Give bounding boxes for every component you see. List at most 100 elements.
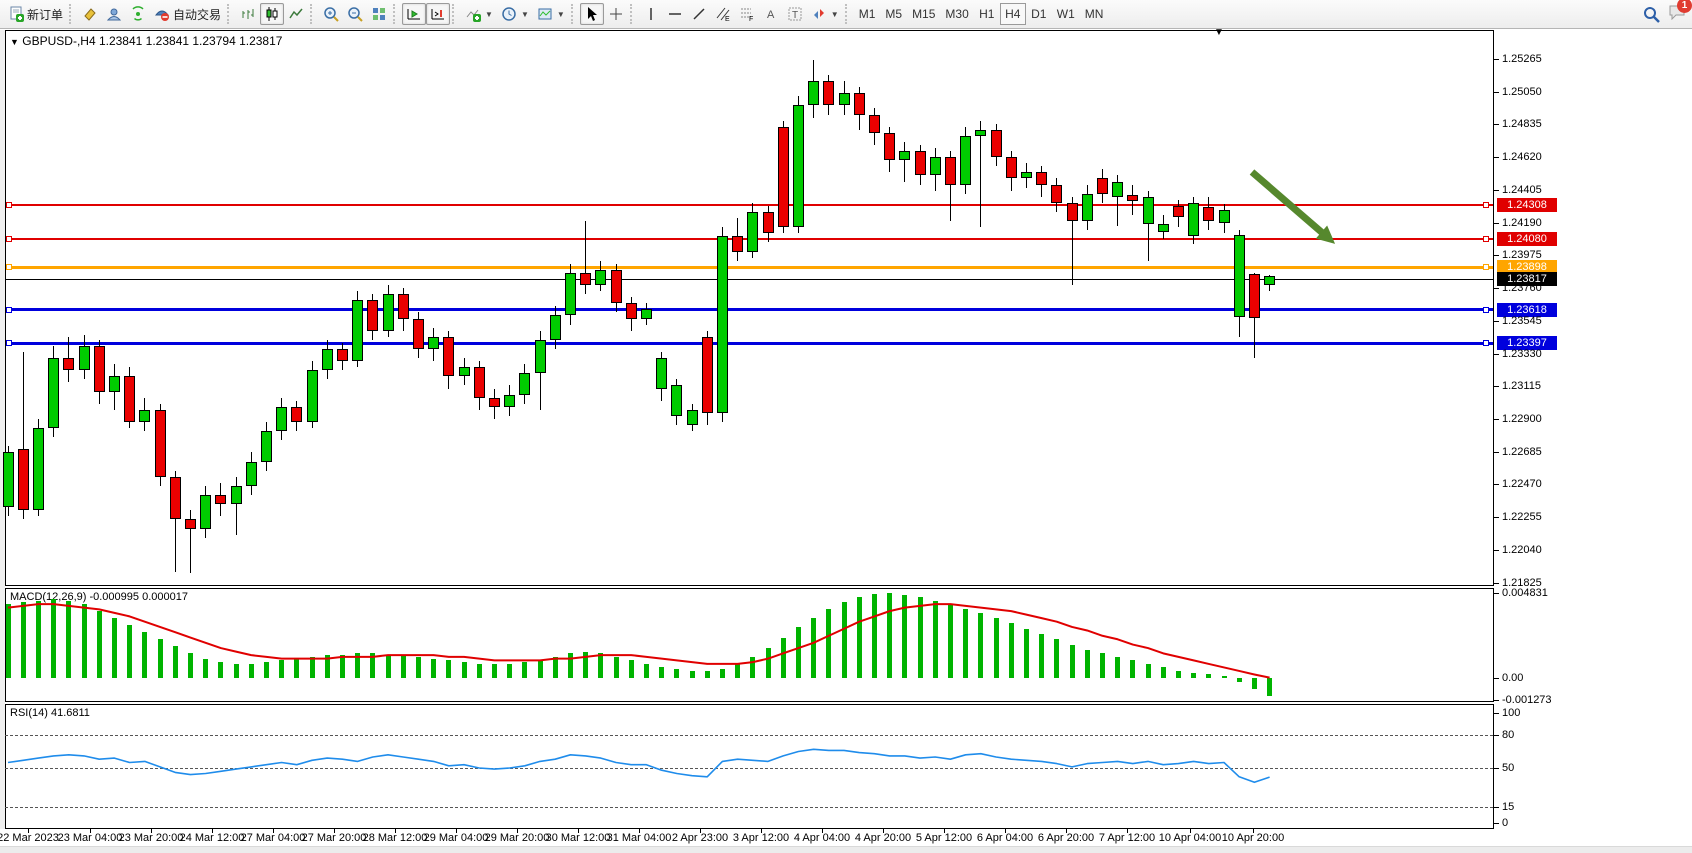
hline-handle-left[interactable] [6, 340, 12, 346]
candle [231, 486, 242, 504]
text-label-button[interactable]: T [783, 3, 807, 25]
candle [1249, 274, 1260, 318]
periods-caret: ▼ [521, 10, 529, 19]
hline-handle-left[interactable] [6, 236, 12, 242]
timeframe-H1[interactable]: H1 [974, 3, 1000, 25]
hline-handle-right[interactable] [1483, 264, 1489, 270]
line-chart-button[interactable] [284, 3, 308, 25]
rsi-pane[interactable] [5, 704, 1494, 829]
cursor-button[interactable] [580, 3, 604, 25]
toolbar-separator [452, 4, 459, 24]
macd-histogram-bar [1222, 676, 1227, 678]
macd-histogram-bar [66, 601, 71, 678]
auto-scroll-button[interactable] [402, 3, 426, 25]
indicators-button[interactable]: ▼ [461, 3, 497, 25]
chart-shift-icon [430, 6, 446, 22]
candlestick-chart-button[interactable] [260, 3, 284, 25]
hline-1.23397[interactable] [6, 342, 1493, 345]
search-icon[interactable] [1643, 6, 1660, 23]
timeframe-M15[interactable]: M15 [907, 3, 940, 25]
chart-dropdown-icon[interactable]: ▼ [10, 37, 19, 47]
bar-chart-button[interactable] [236, 3, 260, 25]
chart-title: ▼ GBPUSD-,H4 1.23841 1.23841 1.23794 1.2… [10, 34, 282, 48]
community-button[interactable] [102, 3, 126, 25]
tile-windows-button[interactable] [367, 3, 391, 25]
timeframe-MN[interactable]: MN [1080, 3, 1109, 25]
hline-handle-right[interactable] [1483, 340, 1489, 346]
timeframe-M1[interactable]: M1 [854, 3, 881, 25]
hline-handle-right[interactable] [1483, 202, 1489, 208]
hline-handle-left[interactable] [6, 202, 12, 208]
price-axis-label: 1.23975 [1502, 249, 1542, 261]
time-axis-label: 27 Mar 04:00 [241, 832, 306, 844]
hline-handle-left[interactable] [6, 264, 12, 270]
macd-histogram-bar [36, 601, 41, 678]
templates-button[interactable]: ▼ [533, 3, 569, 25]
macd-histogram-bar [872, 594, 877, 678]
chart-shift-marker[interactable]: ▼ [1214, 27, 1224, 38]
autotrade-button[interactable]: 自动交易 [150, 3, 225, 25]
macd-histogram-bar [583, 652, 588, 678]
candle [1082, 194, 1093, 221]
candle [717, 236, 728, 413]
chart-shift-button[interactable] [426, 3, 450, 25]
horizontal-line-button[interactable] [663, 3, 687, 25]
text-label-icon: T [787, 6, 803, 22]
styler-button[interactable] [78, 3, 102, 25]
candle [459, 367, 470, 376]
signals-button[interactable] [126, 3, 150, 25]
macd-histogram-bar [1100, 653, 1105, 678]
timeframe-D1[interactable]: D1 [1026, 3, 1052, 25]
price-axis-label: 1.22470 [1502, 478, 1542, 490]
hline-handle-right[interactable] [1483, 236, 1489, 242]
candle [626, 303, 637, 318]
macd-histogram-bar [811, 618, 816, 678]
arrows-button[interactable]: ▼ [807, 3, 843, 25]
timeframe-H4[interactable]: H4 [1000, 3, 1026, 25]
time-axis-label: 6 Apr 20:00 [1038, 832, 1094, 844]
trendline-button[interactable] [687, 3, 711, 25]
equidistant-channel-button[interactable]: E [711, 3, 735, 25]
text-button[interactable]: A [759, 3, 783, 25]
timeframe-M30[interactable]: M30 [940, 3, 973, 25]
vertical-line-button[interactable] [639, 3, 663, 25]
hline-1.24308[interactable] [6, 204, 1493, 206]
macd-histogram-bar [142, 632, 147, 678]
hline-1.23898[interactable] [6, 266, 1493, 269]
time-axis[interactable]: 22 Mar 202323 Mar 04:0023 Mar 20:0024 Ma… [0, 829, 1692, 846]
toolbar-separator [571, 4, 578, 24]
zoom-in-button[interactable] [319, 3, 343, 25]
periods-button[interactable]: ▼ [497, 3, 533, 25]
new-order-button[interactable]: 新订单 [4, 3, 67, 25]
rsi-axis-label: 50 [1502, 762, 1514, 774]
hline-1.23618[interactable] [6, 308, 1493, 311]
crosshair-button[interactable] [604, 3, 628, 25]
candle [79, 346, 90, 370]
timeframe-W1[interactable]: W1 [1052, 3, 1080, 25]
notifications-button[interactable]: 1 [1668, 4, 1686, 25]
macd-histogram-bar [933, 601, 938, 678]
candle [489, 398, 500, 407]
candle [519, 373, 530, 394]
candle-wick [904, 142, 905, 182]
rsi-axis-label: 15 [1502, 801, 1514, 813]
price-axis-label: 1.24405 [1502, 184, 1542, 196]
rsi-level-15 [5, 807, 1493, 808]
signals-icon [130, 6, 146, 22]
macd-histogram-bar [279, 660, 284, 678]
hline-handle-right[interactable] [1483, 307, 1489, 313]
zoom-out-button[interactable] [343, 3, 367, 25]
macd-histogram-bar [796, 627, 801, 678]
macd-histogram-bar [355, 653, 360, 678]
candle [291, 407, 302, 422]
hline-handle-left[interactable] [6, 307, 12, 313]
candle [778, 127, 789, 227]
macd-histogram-bar [431, 659, 436, 678]
candle [352, 300, 363, 361]
candle [1097, 178, 1108, 193]
fibonacci-button[interactable]: F [735, 3, 759, 25]
toolbar-separator [393, 4, 400, 24]
macd-histogram-bar [994, 618, 999, 678]
timeframe-M5[interactable]: M5 [880, 3, 907, 25]
candle [63, 358, 74, 370]
